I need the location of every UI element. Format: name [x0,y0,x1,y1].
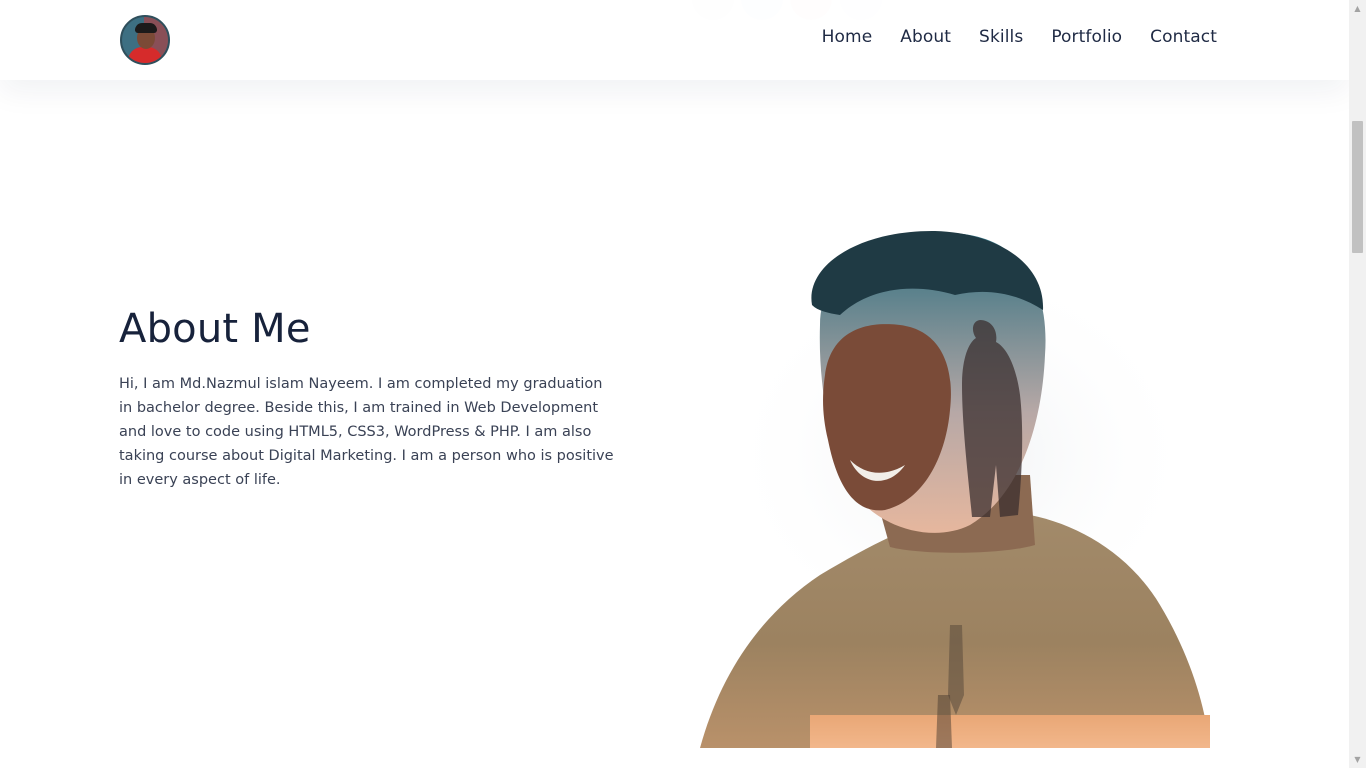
portrait-image [700,230,1210,748]
vertical-scrollbar[interactable]: ▲ ▼ [1349,0,1366,768]
main-nav: Home About Skills Portfolio Contact [822,27,1217,47]
scroll-up-arrow-icon[interactable]: ▲ [1349,0,1366,17]
about-title: About Me [119,306,311,352]
nav-skills[interactable]: Skills [979,27,1023,47]
portrait-reflection-2 [936,695,952,748]
scrollbar-thumb[interactable] [1352,121,1363,253]
scroll-down-arrow-icon[interactable]: ▼ [1349,751,1366,768]
nav-contact[interactable]: Contact [1150,27,1217,47]
avatar-shirt [128,47,162,63]
nav-portfolio[interactable]: Portfolio [1051,27,1122,47]
portrait-sunset [810,715,1210,748]
logo-avatar[interactable] [120,15,170,65]
nav-home[interactable]: Home [822,27,873,47]
nav-about[interactable]: About [900,27,951,47]
about-text: Hi, I am Md.Nazmul islam Nayeem. I am co… [119,376,614,488]
site-header: Home About Skills Portfolio Contact [0,0,1349,80]
page: Home About Skills Portfolio Contact Abou… [0,0,1349,768]
avatar-hair [135,23,157,33]
